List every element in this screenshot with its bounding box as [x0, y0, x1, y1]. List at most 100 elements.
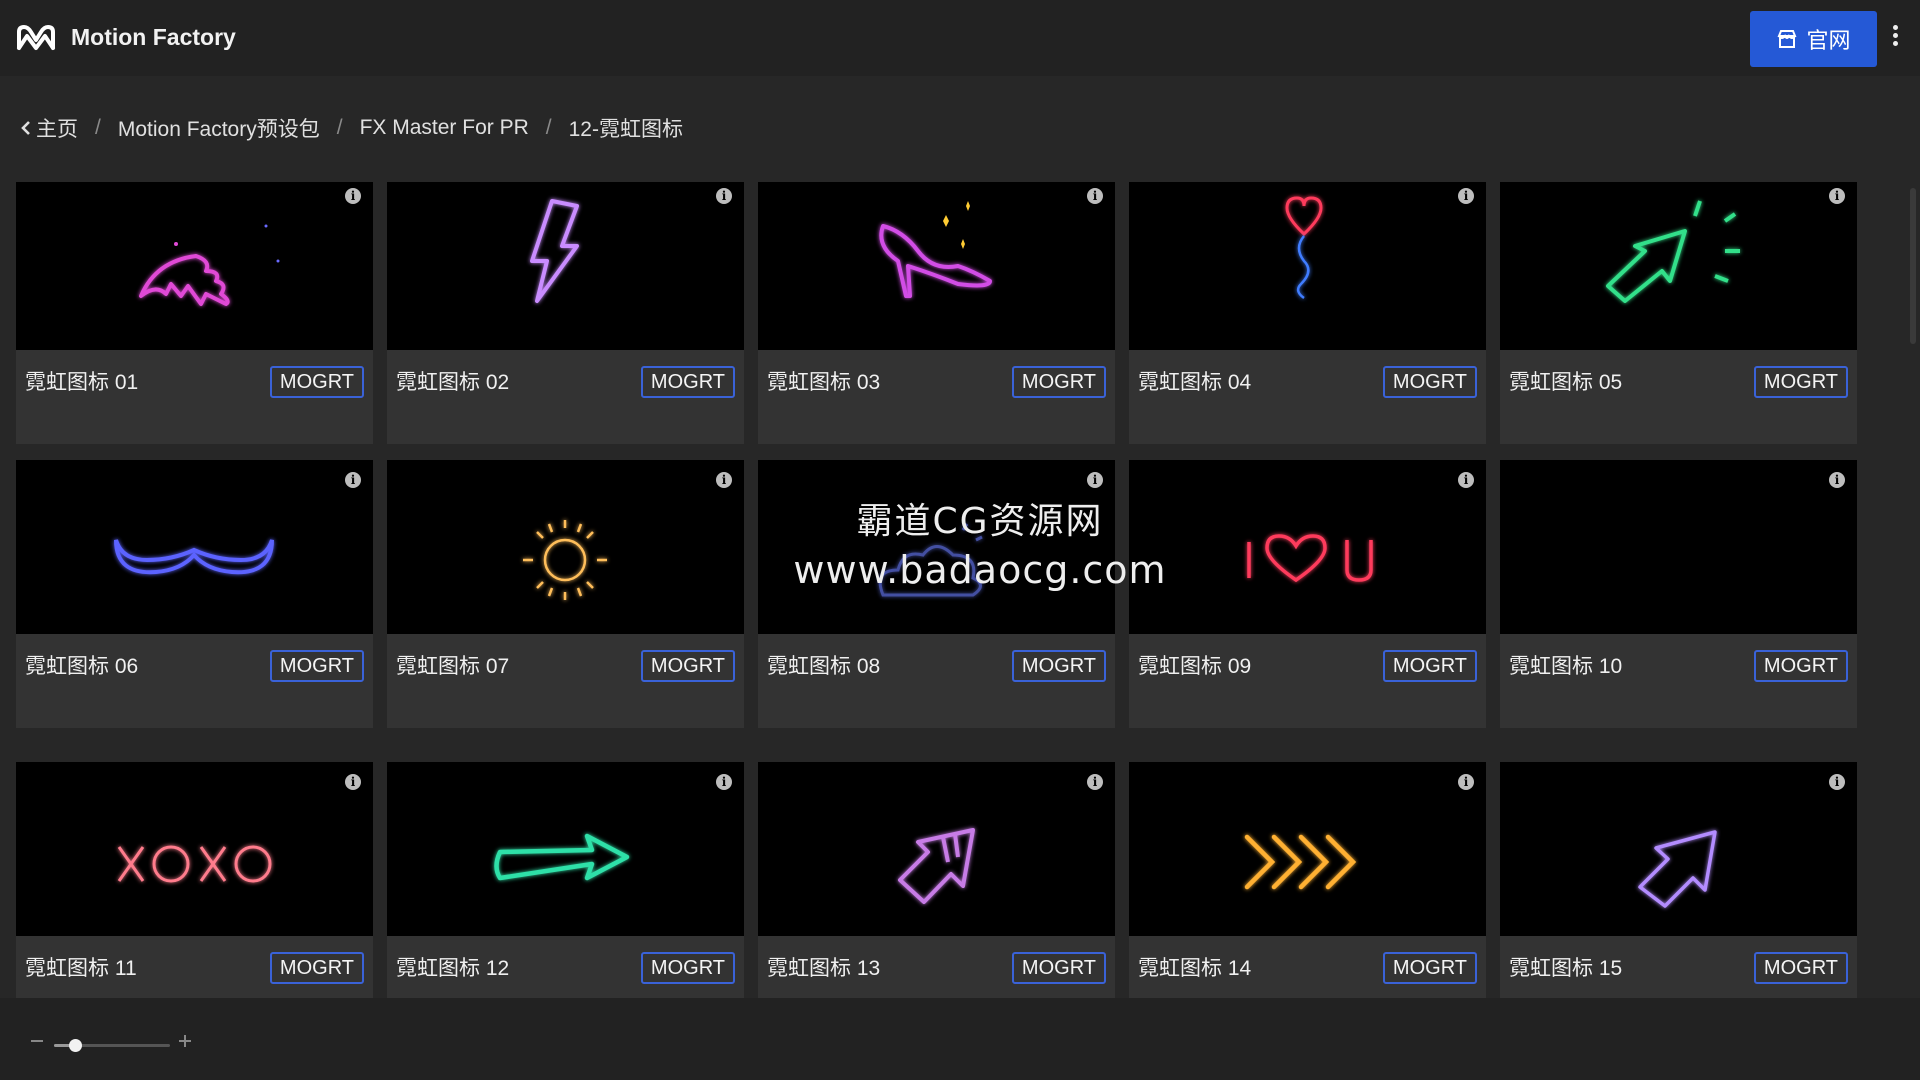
neon-mustache-icon — [114, 539, 274, 575]
mogrt-tag-button[interactable]: MOGRT — [1753, 650, 1848, 682]
watermark-line-1: 霸道CG资源网 — [856, 501, 1104, 542]
info-icon[interactable]: i — [716, 774, 732, 790]
info-icon[interactable]: i — [1829, 188, 1845, 204]
mogrt-tag-button[interactable]: MOGRT — [269, 366, 364, 398]
preset-thumbnail[interactable]: i — [758, 182, 1115, 350]
preset-name: 霓虹图标 06 — [25, 655, 139, 678]
preset-thumbnail[interactable]: i — [387, 182, 744, 350]
zoom-in-icon[interactable] — [178, 1034, 192, 1048]
preset-name: 霓虹图标 11 — [25, 957, 137, 980]
preset-card[interactable]: i 霓虹图标 04 MOGRT — [1129, 182, 1486, 444]
preset-card[interactable]: i 霓虹图标 02 MOGRT — [387, 182, 744, 444]
info-icon[interactable]: i — [345, 188, 361, 204]
preset-name: 霓虹图标 07 — [396, 655, 510, 678]
mogrt-tag-button[interactable]: MOGRT — [1753, 952, 1848, 984]
store-icon — [1778, 30, 1797, 48]
info-icon[interactable]: i — [716, 188, 732, 204]
back-chevron-icon[interactable] — [20, 120, 32, 136]
preset-name: 霓虹图标 12 — [396, 957, 510, 980]
breadcrumb-preset-pack[interactable]: Motion Factory预设包 — [118, 113, 320, 143]
info-icon[interactable]: i — [1087, 472, 1103, 488]
neon-sun-icon — [523, 520, 607, 600]
preset-name: 霓虹图标 15 — [1509, 957, 1623, 980]
neon-arrow-up-right-purple-icon — [1638, 830, 1717, 908]
mogrt-tag-button[interactable]: MOGRT — [1011, 952, 1106, 984]
breadcrumb-separator: / — [95, 116, 101, 139]
preset-thumbnail[interactable]: i — [16, 762, 373, 936]
preset-card[interactable]: i 霓虹图标 14 MOGRT — [1129, 762, 1486, 998]
preset-card[interactable]: i 霓虹图标 01 MOGRT — [16, 182, 373, 444]
preset-card[interactable]: i 霓虹图标 10 MOGRT — [1500, 460, 1857, 728]
grid-scrollbar[interactable] — [1910, 188, 1916, 344]
mogrt-tag-button[interactable]: MOGRT — [1382, 366, 1477, 398]
info-icon[interactable]: i — [1087, 188, 1103, 204]
preset-card[interactable]: i 霓虹图标 15 MOGRT — [1500, 762, 1857, 998]
mogrt-tag-button[interactable]: MOGRT — [1382, 650, 1477, 682]
mogrt-tag-button[interactable]: MOGRT — [269, 650, 364, 682]
preset-card[interactable]: i 霓虹图标 11 MOGRT — [16, 762, 373, 998]
zoom-slider-thumb[interactable] — [68, 1039, 82, 1052]
preset-thumbnail[interactable]: i — [1500, 460, 1857, 634]
neon-wing-icon — [139, 224, 280, 306]
info-icon[interactable]: i — [1458, 472, 1474, 488]
preset-thumbnail[interactable]: i — [387, 460, 744, 634]
info-icon[interactable]: i — [1087, 774, 1103, 790]
info-icon[interactable]: i — [1829, 472, 1845, 488]
preset-thumbnail[interactable]: i — [387, 762, 744, 936]
mogrt-tag-button[interactable]: MOGRT — [640, 952, 735, 984]
preset-card[interactable]: i 霓虹图标 12 MOGRT — [387, 762, 744, 998]
more-menu-icon[interactable] — [1888, 22, 1902, 54]
info-icon[interactable]: i — [1829, 774, 1845, 790]
preset-name: 霓虹图标 03 — [767, 371, 881, 394]
top-bar: Motion Factory 官网 — [0, 0, 1920, 76]
breadcrumb-home[interactable]: 主页 — [36, 113, 78, 143]
breadcrumb-separator: / — [336, 116, 343, 139]
info-icon[interactable]: i — [716, 472, 732, 488]
preset-card[interactable]: i 霓虹图标 05 MOGRT — [1500, 182, 1857, 444]
watermark: 霸道CG资源网 www.badaocg.com — [770, 492, 1190, 592]
preset-card[interactable]: i 霓虹图标 07 MOGRT — [387, 460, 744, 728]
zoom-out-icon[interactable] — [30, 1034, 44, 1048]
empty-icon — [1500, 460, 1857, 634]
preset-thumbnail[interactable]: i — [1129, 182, 1486, 350]
mogrt-tag-button[interactable]: MOGRT — [1382, 952, 1477, 984]
neon-arrow-right-icon — [494, 833, 630, 881]
preset-card[interactable]: i 霓虹图标 13 MOGRT — [758, 762, 1115, 998]
preset-name: 霓虹图标 02 — [396, 371, 510, 394]
info-icon[interactable]: i — [345, 774, 361, 790]
mogrt-tag-button[interactable]: MOGRT — [640, 366, 735, 398]
mogrt-tag-button[interactable]: MOGRT — [1011, 650, 1106, 682]
preset-name: 霓虹图标 04 — [1138, 371, 1252, 394]
preset-name: 霓虹图标 01 — [25, 371, 139, 394]
preset-name: 霓虹图标 10 — [1509, 655, 1623, 678]
neon-arrow-up-right-pink-icon — [898, 828, 975, 904]
breadcrumb-current: 12-霓虹图标 — [568, 118, 683, 141]
preset-thumbnail[interactable]: i — [1129, 762, 1486, 936]
neon-arrow-burst-icon — [1606, 200, 1740, 303]
breadcrumb-fx-master[interactable]: FX Master For PR — [360, 116, 529, 140]
official-site-label: 官网 — [1806, 28, 1851, 53]
official-site-button[interactable]: 官网 — [1750, 11, 1877, 67]
neon-xoxo-icon — [117, 845, 272, 883]
preset-card[interactable]: i 霓虹图标 03 MOGRT — [758, 182, 1115, 444]
mogrt-tag-button[interactable]: MOGRT — [269, 952, 364, 984]
neon-high-heel-icon — [879, 201, 992, 298]
app-title: Motion Factory — [71, 24, 236, 50]
preset-thumbnail[interactable]: i — [16, 460, 373, 634]
mogrt-tag-button[interactable]: MOGRT — [1753, 366, 1848, 398]
breadcrumb: 主页 / Motion Factory预设包 / FX Master For P… — [20, 113, 683, 143]
mogrt-tag-button[interactable]: MOGRT — [1011, 366, 1106, 398]
bottom-bar — [0, 998, 1920, 1080]
motion-factory-logo-icon — [17, 25, 55, 50]
preset-thumbnail[interactable]: i — [758, 762, 1115, 936]
watermark-line-2: www.badaocg.com — [793, 548, 1167, 592]
preset-thumbnail[interactable]: i — [16, 182, 373, 350]
info-icon[interactable]: i — [1458, 774, 1474, 790]
info-icon[interactable]: i — [1458, 188, 1474, 204]
info-icon[interactable]: i — [345, 472, 361, 488]
mogrt-tag-button[interactable]: MOGRT — [640, 650, 735, 682]
preset-card[interactable]: i 霓虹图标 06 MOGRT — [16, 460, 373, 728]
preset-thumbnail[interactable]: i — [1500, 182, 1857, 350]
preset-thumbnail[interactable]: i — [1500, 762, 1857, 936]
preset-name: 霓虹图标 14 — [1138, 957, 1252, 980]
